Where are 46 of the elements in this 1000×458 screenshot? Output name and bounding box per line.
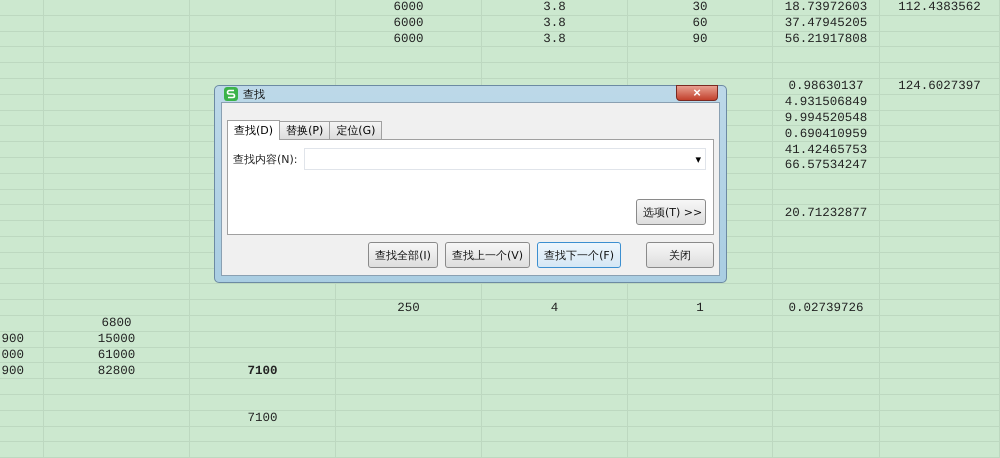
window-title: 查找 — [243, 86, 265, 102]
table-cell: 82800 — [98, 364, 136, 378]
table-cell: 0.02739726 — [788, 300, 864, 315]
table-cell: 6000 — [393, 16, 424, 30]
table-cell: 66.57534247 — [784, 158, 868, 172]
table-cell: 124.6027397 — [898, 79, 981, 94]
options-button[interactable]: 选项(T) >> — [636, 199, 706, 225]
table-cell: 9.994520548 — [784, 110, 868, 125]
close-dialog-button[interactable]: 关闭 — [646, 242, 714, 268]
table-cell: 6000 — [393, 0, 424, 14]
table-cell: 4 — [550, 300, 558, 315]
table-cell: 6000 — [393, 32, 424, 46]
table-cell: 7100 — [247, 364, 278, 378]
table-cell: 900 — [1, 332, 24, 346]
table-cell: 4.931506849 — [784, 95, 868, 110]
find-button[interactable]: 查找全部(I) — [368, 242, 438, 268]
table-cell: 6800 — [101, 316, 132, 330]
tab[interactable]: 定位(G) — [329, 121, 382, 139]
tab[interactable]: 查找(D) — [227, 120, 280, 140]
search-field[interactable]: ▾ — [304, 148, 706, 170]
table-cell: 37.47945205 — [784, 16, 868, 30]
table-cell: 250 — [397, 300, 420, 315]
table-cell: 20.71232877 — [784, 206, 868, 220]
tab[interactable]: 替换(P) — [279, 121, 330, 139]
table-cell: 30 — [692, 0, 708, 14]
table-cell: 15000 — [98, 332, 136, 346]
table-cell: 3.8 — [543, 16, 566, 30]
table-cell: 7100 — [247, 411, 278, 426]
table-cell: 18.73972603 — [784, 0, 868, 14]
table-cell: 0.690410959 — [784, 126, 868, 141]
table-cell: 56.21917808 — [784, 32, 868, 46]
table-cell: 900 — [1, 364, 24, 378]
table-cell: 41.42465753 — [784, 142, 868, 157]
table-cell: 112.4383562 — [898, 0, 981, 14]
find-button[interactable]: 查找下一个(F) — [537, 242, 621, 268]
field-label: 查找内容(N): — [233, 152, 298, 166]
find-button[interactable]: 查找上一个(V) — [444, 242, 530, 268]
table-cell: 3.8 — [543, 32, 566, 46]
table-cell: 3.8 — [543, 0, 566, 14]
table-cell: 61000 — [98, 348, 136, 362]
table-cell: 1 — [696, 300, 704, 315]
table-cell: 90 — [692, 32, 708, 46]
table-cell: 60 — [692, 16, 708, 30]
table-cell: 0.98630137 — [788, 79, 864, 94]
table-cell: 000 — [1, 348, 24, 362]
app-logo-icon — [224, 87, 238, 101]
